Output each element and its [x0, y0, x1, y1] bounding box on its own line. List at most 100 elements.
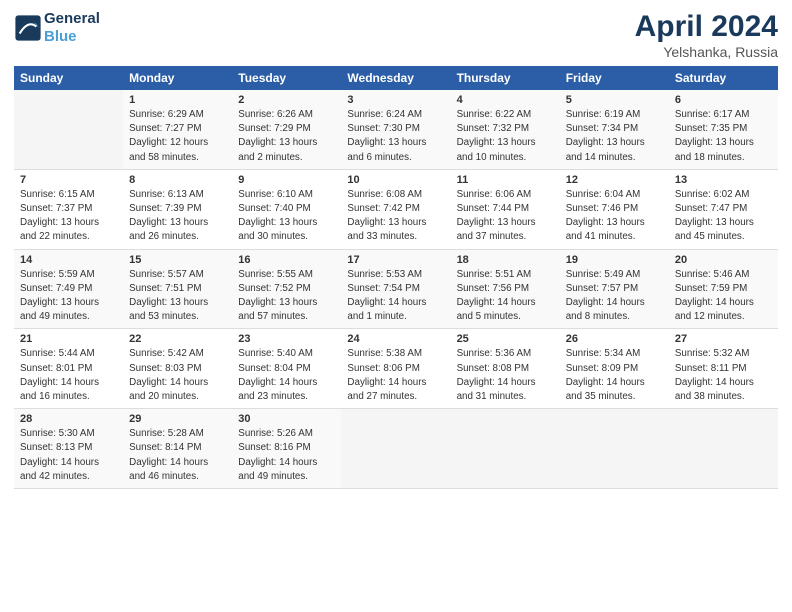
- logo: General Blue: [14, 10, 100, 46]
- calendar-cell: 17 Sunrise: 5:53 AMSunset: 7:54 PMDayligh…: [341, 249, 450, 329]
- cell-info: Sunrise: 5:46 AMSunset: 7:59 PMDaylight:…: [675, 268, 772, 325]
- calendar-cell: 14 Sunrise: 5:59 AMSunset: 7:49 PMDayligh…: [14, 249, 123, 329]
- calendar-title: April 2024: [635, 10, 778, 44]
- day-number: 26: [566, 333, 663, 345]
- cell-info: Sunrise: 5:51 AMSunset: 7:56 PMDaylight:…: [457, 268, 554, 325]
- calendar-cell: 12 Sunrise: 6:04 AMSunset: 7:46 PMDayligh…: [560, 169, 669, 249]
- calendar-cell: 4 Sunrise: 6:22 AMSunset: 7:32 PMDaylight…: [451, 90, 560, 169]
- cell-info: Sunrise: 6:04 AMSunset: 7:46 PMDaylight:…: [566, 188, 663, 245]
- calendar-cell: 29Sunrise: 5:28 AMSunset: 8:14 PMDayligh…: [123, 409, 232, 489]
- title-block: April 2024 Yelshanka, Russia: [635, 10, 778, 60]
- cell-info: Sunrise: 5:44 AMSunset: 8:01 PMDaylight:…: [20, 347, 117, 404]
- day-number: 16: [238, 254, 335, 266]
- calendar-cell: 25Sunrise: 5:36 AMSunset: 8:08 PMDayligh…: [451, 329, 560, 409]
- calendar-cell: [451, 409, 560, 489]
- cell-info: Sunrise: 5:32 AMSunset: 8:11 PMDaylight:…: [675, 347, 772, 404]
- day-number: 21: [20, 333, 117, 345]
- calendar-cell: 6 Sunrise: 6:17 AMSunset: 7:35 PMDaylight…: [669, 90, 778, 169]
- cell-info: Sunrise: 6:29 AMSunset: 7:27 PMDaylight:…: [129, 108, 226, 165]
- cell-info: Sunrise: 5:28 AMSunset: 8:14 PMDaylight:…: [129, 427, 226, 484]
- calendar-cell: [669, 409, 778, 489]
- calendar-cell: 27 Sunrise: 5:32 AMSunset: 8:11 PMDayligh…: [669, 329, 778, 409]
- calendar-cell: 9Sunrise: 6:10 AMSunset: 7:40 PMDaylight…: [232, 169, 341, 249]
- cell-info: Sunrise: 6:26 AMSunset: 7:29 PMDaylight:…: [238, 108, 335, 165]
- cell-info: Sunrise: 6:15 AMSunset: 7:37 PMDaylight:…: [20, 188, 117, 245]
- cell-info: Sunrise: 6:22 AMSunset: 7:32 PMDaylight:…: [457, 108, 554, 165]
- calendar-table: SundayMondayTuesdayWednesdayThursdayFrid…: [14, 66, 778, 489]
- cell-info: Sunrise: 5:26 AMSunset: 8:16 PMDaylight:…: [238, 427, 335, 484]
- calendar-cell: 28 Sunrise: 5:30 AMSunset: 8:13 PMDayligh…: [14, 409, 123, 489]
- calendar-cell: [14, 90, 123, 169]
- day-number: 9: [238, 174, 335, 186]
- day-number: 10: [347, 174, 444, 186]
- cell-info: Sunrise: 6:24 AMSunset: 7:30 PMDaylight:…: [347, 108, 444, 165]
- day-number: 27: [675, 333, 772, 345]
- calendar-cell: 15 Sunrise: 5:57 AMSunset: 7:51 PMDayligh…: [123, 249, 232, 329]
- calendar-header-row: SundayMondayTuesdayWednesdayThursdayFrid…: [14, 66, 778, 90]
- cell-info: Sunrise: 5:49 AMSunset: 7:57 PMDaylight:…: [566, 268, 663, 325]
- day-number: 5: [566, 94, 663, 106]
- logo-icon: [14, 14, 42, 42]
- day-number: 30: [238, 413, 335, 425]
- calendar-cell: 23Sunrise: 5:40 AMSunset: 8:04 PMDayligh…: [232, 329, 341, 409]
- calendar-cell: 18 Sunrise: 5:51 AMSunset: 7:56 PMDayligh…: [451, 249, 560, 329]
- cell-info: Sunrise: 6:17 AMSunset: 7:35 PMDaylight:…: [675, 108, 772, 165]
- calendar-cell: 30 Sunrise: 5:26 AMSunset: 8:16 PMDayligh…: [232, 409, 341, 489]
- day-number: 2: [238, 94, 335, 106]
- day-number: 20: [675, 254, 772, 266]
- calendar-week-2: 7 Sunrise: 6:15 AMSunset: 7:37 PMDaylight…: [14, 169, 778, 249]
- day-number: 12: [566, 174, 663, 186]
- cell-info: Sunrise: 5:59 AMSunset: 7:49 PMDaylight:…: [20, 268, 117, 325]
- day-header-sunday: Sunday: [14, 66, 123, 90]
- calendar-cell: 22 Sunrise: 5:42 AMSunset: 8:03 PMDayligh…: [123, 329, 232, 409]
- cell-info: Sunrise: 5:34 AMSunset: 8:09 PMDaylight:…: [566, 347, 663, 404]
- calendar-cell: 3Sunrise: 6:24 AMSunset: 7:30 PMDaylight…: [341, 90, 450, 169]
- calendar-cell: 19 Sunrise: 5:49 AMSunset: 7:57 PMDayligh…: [560, 249, 669, 329]
- calendar-cell: 21 Sunrise: 5:44 AMSunset: 8:01 PMDayligh…: [14, 329, 123, 409]
- day-header-wednesday: Wednesday: [341, 66, 450, 90]
- calendar-cell: 11Sunrise: 6:06 AMSunset: 7:44 PMDayligh…: [451, 169, 560, 249]
- day-number: 22: [129, 333, 226, 345]
- cell-info: Sunrise: 5:42 AMSunset: 8:03 PMDaylight:…: [129, 347, 226, 404]
- calendar-cell: 2 Sunrise: 6:26 AMSunset: 7:29 PMDaylight…: [232, 90, 341, 169]
- calendar-cell: 7 Sunrise: 6:15 AMSunset: 7:37 PMDaylight…: [14, 169, 123, 249]
- cell-info: Sunrise: 6:02 AMSunset: 7:47 PMDaylight:…: [675, 188, 772, 245]
- main-container: General Blue April 2024 Yelshanka, Russi…: [0, 0, 792, 499]
- cell-info: Sunrise: 5:40 AMSunset: 8:04 PMDaylight:…: [238, 347, 335, 404]
- day-number: 6: [675, 94, 772, 106]
- day-number: 28: [20, 413, 117, 425]
- cell-info: Sunrise: 6:06 AMSunset: 7:44 PMDaylight:…: [457, 188, 554, 245]
- calendar-week-1: 1 Sunrise: 6:29 AMSunset: 7:27 PMDaylight…: [14, 90, 778, 169]
- calendar-cell: 20 Sunrise: 5:46 AMSunset: 7:59 PMDayligh…: [669, 249, 778, 329]
- cell-info: Sunrise: 5:57 AMSunset: 7:51 PMDaylight:…: [129, 268, 226, 325]
- day-number: 15: [129, 254, 226, 266]
- day-number: 18: [457, 254, 554, 266]
- cell-info: Sunrise: 5:30 AMSunset: 8:13 PMDaylight:…: [20, 427, 117, 484]
- day-header-tuesday: Tuesday: [232, 66, 341, 90]
- day-number: 13: [675, 174, 772, 186]
- calendar-cell: 1 Sunrise: 6:29 AMSunset: 7:27 PMDaylight…: [123, 90, 232, 169]
- day-number: 17: [347, 254, 444, 266]
- calendar-week-5: 28 Sunrise: 5:30 AMSunset: 8:13 PMDayligh…: [14, 409, 778, 489]
- calendar-cell: 8Sunrise: 6:13 AMSunset: 7:39 PMDaylight…: [123, 169, 232, 249]
- calendar-cell: [341, 409, 450, 489]
- calendar-cell: 24 Sunrise: 5:38 AMSunset: 8:06 PMDayligh…: [341, 329, 450, 409]
- day-number: 24: [347, 333, 444, 345]
- day-number: 14: [20, 254, 117, 266]
- cell-info: Sunrise: 5:53 AMSunset: 7:54 PMDaylight:…: [347, 268, 444, 325]
- day-number: 1: [129, 94, 226, 106]
- calendar-cell: 16Sunrise: 5:55 AMSunset: 7:52 PMDayligh…: [232, 249, 341, 329]
- cell-info: Sunrise: 5:38 AMSunset: 8:06 PMDaylight:…: [347, 347, 444, 404]
- day-number: 8: [129, 174, 226, 186]
- cell-info: Sunrise: 5:36 AMSunset: 8:08 PMDaylight:…: [457, 347, 554, 404]
- day-number: 4: [457, 94, 554, 106]
- calendar-cell: 5Sunrise: 6:19 AMSunset: 7:34 PMDaylight…: [560, 90, 669, 169]
- day-number: 7: [20, 174, 117, 186]
- day-header-saturday: Saturday: [669, 66, 778, 90]
- calendar-cell: 26 Sunrise: 5:34 AMSunset: 8:09 PMDayligh…: [560, 329, 669, 409]
- calendar-subtitle: Yelshanka, Russia: [635, 44, 778, 60]
- day-header-monday: Monday: [123, 66, 232, 90]
- calendar-week-4: 21 Sunrise: 5:44 AMSunset: 8:01 PMDayligh…: [14, 329, 778, 409]
- day-number: 19: [566, 254, 663, 266]
- cell-info: Sunrise: 6:08 AMSunset: 7:42 PMDaylight:…: [347, 188, 444, 245]
